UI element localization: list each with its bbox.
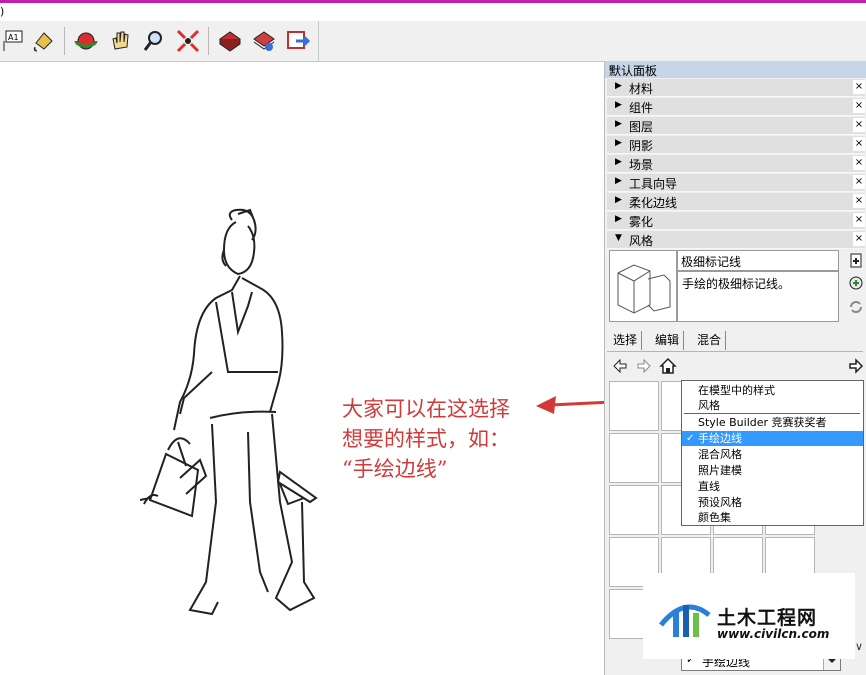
annotation-line-1: 大家可以在这选择	[342, 397, 510, 421]
civil-logo-icon	[659, 604, 711, 637]
tray-materials[interactable]: ▶ 材料 ×	[607, 79, 865, 97]
tray-scenes[interactable]: ▶ 场景 ×	[607, 155, 865, 173]
tray-instructor[interactable]: ▶ 工具向导 ×	[607, 174, 865, 192]
tray-label: 阴影	[629, 139, 654, 153]
toolbar-separator	[208, 27, 209, 55]
close-icon[interactable]: ×	[853, 137, 865, 151]
toolbar-separator	[64, 27, 65, 55]
update-style-icon[interactable]	[848, 275, 864, 291]
forward-arrow-icon[interactable]	[635, 357, 653, 375]
annotation-line-2: 想要的样式，如：	[342, 427, 510, 451]
style-tabs: 选择 编辑 混合	[607, 331, 863, 352]
pin-icon[interactable]: ᵖ	[609, 62, 863, 76]
tab-select[interactable]: 选择	[609, 331, 643, 350]
dropdown-option[interactable]: 风格	[682, 398, 863, 413]
close-icon[interactable]: ×	[853, 232, 865, 246]
collapse-arrow-icon: ▶	[615, 100, 622, 110]
components-share-icon[interactable]	[250, 27, 278, 55]
details-arrow-icon[interactable]	[847, 357, 865, 375]
warehouse-icon[interactable]	[216, 27, 244, 55]
tray-label: 工具向导	[629, 177, 678, 191]
dropdown-option-selected[interactable]: ✓ 手绘边线	[682, 431, 863, 446]
dropdown-separator	[684, 413, 860, 414]
style-thumbnail-item[interactable]	[609, 381, 659, 431]
orbit-icon[interactable]	[72, 27, 100, 55]
watermark-logo: 土木工程网 www.civilcn.com	[643, 573, 855, 659]
zoom-extents-icon[interactable]	[174, 27, 202, 55]
collapse-arrow-icon: ▶	[615, 176, 622, 186]
home-icon[interactable]	[659, 357, 677, 375]
close-icon[interactable]: ×	[853, 118, 865, 132]
style-library-dropdown: 在模型中的样式 风格 Style Builder 竞赛获奖者 ✓ 手绘边线 混合…	[681, 380, 864, 526]
drawing-canvas[interactable]	[0, 62, 600, 675]
close-icon[interactable]: ×	[853, 194, 865, 208]
toolbar: A1	[0, 21, 866, 62]
style-thumbnail	[609, 250, 677, 322]
tray-fog[interactable]: ▶ 雾化 ×	[607, 212, 865, 230]
sketch-figure	[139, 208, 318, 616]
style-name-field[interactable]: 极细标记线	[677, 250, 839, 271]
collapse-arrow-icon: ▶	[615, 138, 622, 148]
back-arrow-icon[interactable]	[611, 357, 629, 375]
label-tool-text: A1	[8, 33, 19, 42]
dropdown-option[interactable]: 在模型中的样式	[682, 383, 863, 398]
tray-styles[interactable]: ▼ 风格 ×	[607, 231, 865, 249]
tutorial-annotation: 大家可以在这选择 想要的样式，如： “手绘边线”	[342, 394, 510, 484]
tray-components[interactable]: ▶ 组件 ×	[607, 98, 865, 116]
tray-soften-edges[interactable]: ▶ 柔化边线 ×	[607, 193, 865, 211]
style-name: 极细标记线	[681, 255, 742, 269]
label-tool-icon[interactable]: A1	[0, 27, 28, 55]
zoom-icon[interactable]	[140, 27, 168, 55]
style-thumbnail-item[interactable]	[609, 485, 659, 535]
tab-mix[interactable]: 混合	[693, 331, 727, 350]
style-thumbnail-item[interactable]	[609, 433, 659, 483]
close-icon[interactable]: ×	[853, 156, 865, 170]
dropdown-option[interactable]: 直线	[682, 479, 863, 494]
check-icon: ✓	[686, 433, 695, 444]
annotation-line-3: “手绘边线”	[342, 457, 448, 481]
tray-label: 材料	[629, 82, 654, 96]
menubar: )	[0, 3, 866, 21]
dropdown-option[interactable]: 颜色集	[682, 510, 863, 525]
export-icon[interactable]	[284, 27, 312, 55]
close-icon[interactable]: ×	[853, 213, 865, 227]
tray-label: 雾化	[629, 215, 654, 229]
tab-edit[interactable]: 编辑	[651, 331, 685, 350]
style-description: 手绘的极细标记线。	[682, 277, 791, 291]
tray-label: 柔化边线	[629, 196, 678, 210]
close-icon[interactable]: ×	[853, 99, 865, 113]
dropdown-option[interactable]: Style Builder 竞赛获奖者	[682, 415, 863, 430]
scroll-down-icon[interactable]: ∨	[855, 640, 863, 653]
pan-hand-icon[interactable]	[106, 27, 134, 55]
paint-bucket-icon[interactable]	[30, 27, 58, 55]
collapse-arrow-icon: ▶	[615, 157, 622, 167]
collapse-arrow-icon: ▶	[615, 81, 622, 91]
tray-label: 风格	[629, 234, 654, 248]
dropdown-option[interactable]: 混合风格	[682, 447, 863, 462]
collapse-arrow-icon: ▶	[615, 214, 622, 224]
close-icon[interactable]: ×	[853, 80, 865, 94]
tray-layers[interactable]: ▶ 图层 ×	[607, 117, 865, 135]
tray-label: 组件	[629, 101, 654, 115]
close-icon[interactable]: ×	[853, 175, 865, 189]
dropdown-option[interactable]: 照片建模	[682, 463, 863, 478]
style-nav: ✓ 手绘边线	[605, 355, 866, 671]
style-description-field[interactable]: 手绘的极细标记线。	[677, 271, 839, 322]
watermark-url: www.civilcn.com	[717, 627, 830, 641]
refresh-icon[interactable]	[848, 299, 864, 315]
menu-fragment[interactable]: )	[0, 5, 4, 18]
watermark-brand: 土木工程网	[717, 607, 818, 629]
collapse-arrow-icon: ▶	[615, 119, 622, 129]
expand-arrow-icon: ▼	[615, 233, 622, 243]
collapse-arrow-icon: ▶	[615, 195, 622, 205]
tray-shadows[interactable]: ▶ 阴影 ×	[607, 136, 865, 154]
tray-label: 场景	[629, 158, 654, 172]
tray-label: 图层	[629, 120, 654, 134]
panel-title-bar: 默认面板 ᵖ	[605, 61, 866, 78]
toolbar-group: A1	[0, 21, 319, 61]
dropdown-option[interactable]: 预设风格	[682, 495, 863, 510]
create-style-icon[interactable]	[848, 252, 864, 268]
